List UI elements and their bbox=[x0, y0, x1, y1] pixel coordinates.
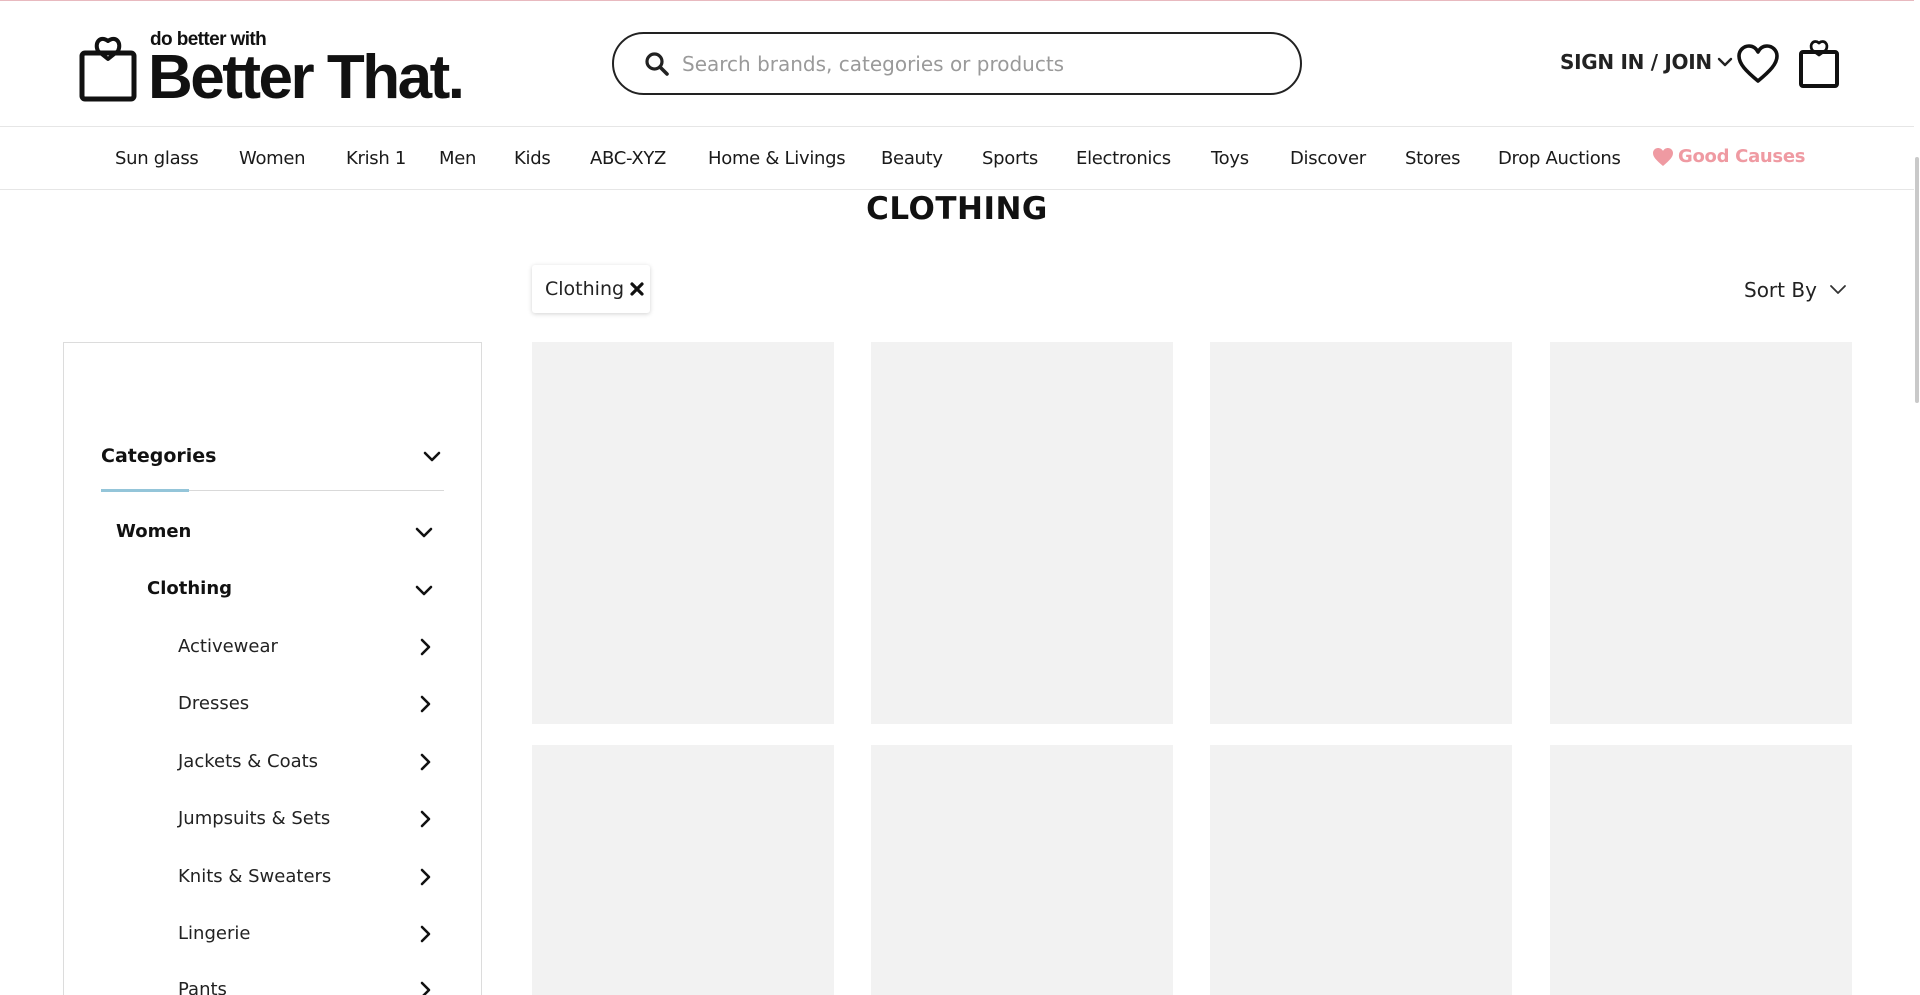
nav-item-women[interactable]: Women bbox=[239, 148, 306, 169]
chevron-down-icon bbox=[1830, 285, 1846, 294]
subcategory-activewear[interactable]: Activewear bbox=[178, 636, 278, 657]
shopping-bag-icon[interactable] bbox=[1797, 37, 1841, 89]
nav-item-men[interactable]: Men bbox=[439, 148, 476, 169]
nav-item-abc-xyz[interactable]: ABC-XYZ bbox=[590, 148, 666, 169]
good-causes-label: Good Causes bbox=[1678, 146, 1806, 167]
categories-heading: Categories bbox=[101, 445, 217, 467]
category-women[interactable]: Women bbox=[116, 521, 191, 542]
page-title: CLOTHING bbox=[866, 191, 1048, 227]
product-card-placeholder[interactable] bbox=[871, 342, 1173, 724]
nav-item-drop-auctions[interactable]: Drop Auctions bbox=[1498, 148, 1621, 169]
sort-by-label: Sort By bbox=[1744, 278, 1817, 302]
nav-item-sports[interactable]: Sports bbox=[982, 148, 1038, 169]
chevron-right-icon[interactable] bbox=[419, 981, 431, 995]
product-card-placeholder[interactable] bbox=[1550, 342, 1852, 724]
nav-item-sun-glass[interactable]: Sun glass bbox=[115, 148, 199, 169]
chevron-down-icon[interactable] bbox=[415, 585, 433, 597]
search-input[interactable] bbox=[682, 51, 1282, 76]
nav-item-good-causes[interactable]: Good Causes bbox=[1652, 146, 1805, 167]
main-nav: Sun glass Women Krish 1 Men Kids ABC-XYZ… bbox=[0, 127, 1914, 190]
product-card-placeholder[interactable] bbox=[1210, 745, 1512, 995]
chevron-right-icon[interactable] bbox=[419, 753, 431, 771]
search-icon[interactable] bbox=[644, 51, 670, 77]
nav-item-discover[interactable]: Discover bbox=[1290, 148, 1366, 169]
filter-sidebar: Categories Women Clothing Activewear Dre… bbox=[63, 342, 482, 995]
chevron-down-icon[interactable] bbox=[415, 527, 433, 539]
chevron-right-icon[interactable] bbox=[419, 695, 431, 713]
heart-icon[interactable] bbox=[1736, 43, 1780, 85]
product-card-placeholder[interactable] bbox=[532, 745, 834, 995]
subcategory-lingerie[interactable]: Lingerie bbox=[178, 923, 250, 944]
nav-item-electronics[interactable]: Electronics bbox=[1076, 148, 1171, 169]
sign-in-join-link[interactable]: SIGN IN / JOIN bbox=[1560, 50, 1712, 74]
nav-item-toys[interactable]: Toys bbox=[1211, 148, 1249, 169]
subcategory-knits-sweaters[interactable]: Knits & Sweaters bbox=[178, 866, 331, 887]
subcategory-jackets-coats[interactable]: Jackets & Coats bbox=[178, 751, 318, 772]
nav-item-beauty[interactable]: Beauty bbox=[881, 148, 943, 169]
categories-underline bbox=[101, 489, 189, 492]
subcategory-dresses[interactable]: Dresses bbox=[178, 693, 249, 714]
subcategory-pants[interactable]: Pants bbox=[178, 979, 227, 995]
heart-filled-icon bbox=[1653, 147, 1673, 166]
active-filter-label: Clothing bbox=[545, 278, 625, 300]
page-scrollbar[interactable] bbox=[1914, 0, 1920, 995]
product-card-placeholder[interactable] bbox=[1210, 342, 1512, 724]
brand-logo[interactable]: do better with Better That. bbox=[78, 27, 478, 111]
nav-item-kids[interactable]: Kids bbox=[514, 148, 551, 169]
site-header: do better with Better That. SIGN IN / JO… bbox=[0, 1, 1914, 127]
search-bar[interactable] bbox=[612, 32, 1302, 95]
close-icon[interactable] bbox=[630, 282, 644, 296]
scrollbar-thumb[interactable] bbox=[1915, 157, 1919, 403]
chevron-right-icon[interactable] bbox=[419, 810, 431, 828]
product-card-placeholder[interactable] bbox=[532, 342, 834, 724]
sort-by-dropdown[interactable]: Sort By bbox=[1744, 278, 1847, 302]
chevron-right-icon[interactable] bbox=[419, 925, 431, 943]
account-menu[interactable]: SIGN IN / JOIN bbox=[1560, 50, 1733, 74]
chevron-down-icon[interactable] bbox=[1717, 56, 1733, 68]
chevron-right-icon[interactable] bbox=[419, 638, 431, 656]
product-card-placeholder[interactable] bbox=[871, 745, 1173, 995]
product-card-placeholder[interactable] bbox=[1550, 745, 1852, 995]
nav-item-krish-1[interactable]: Krish 1 bbox=[346, 148, 406, 169]
chevron-down-icon[interactable] bbox=[423, 451, 441, 463]
nav-item-home-livings[interactable]: Home & Livings bbox=[708, 148, 846, 169]
brand-name: Better That. bbox=[148, 43, 465, 112]
nav-item-stores[interactable]: Stores bbox=[1405, 148, 1460, 169]
category-clothing[interactable]: Clothing bbox=[147, 578, 232, 599]
chevron-right-icon[interactable] bbox=[419, 868, 431, 886]
categories-header[interactable]: Categories bbox=[101, 443, 444, 492]
subcategory-jumpsuits-sets[interactable]: Jumpsuits & Sets bbox=[178, 808, 330, 829]
logo-bag-icon bbox=[79, 36, 137, 102]
active-filter-chip[interactable]: Clothing bbox=[532, 265, 650, 313]
